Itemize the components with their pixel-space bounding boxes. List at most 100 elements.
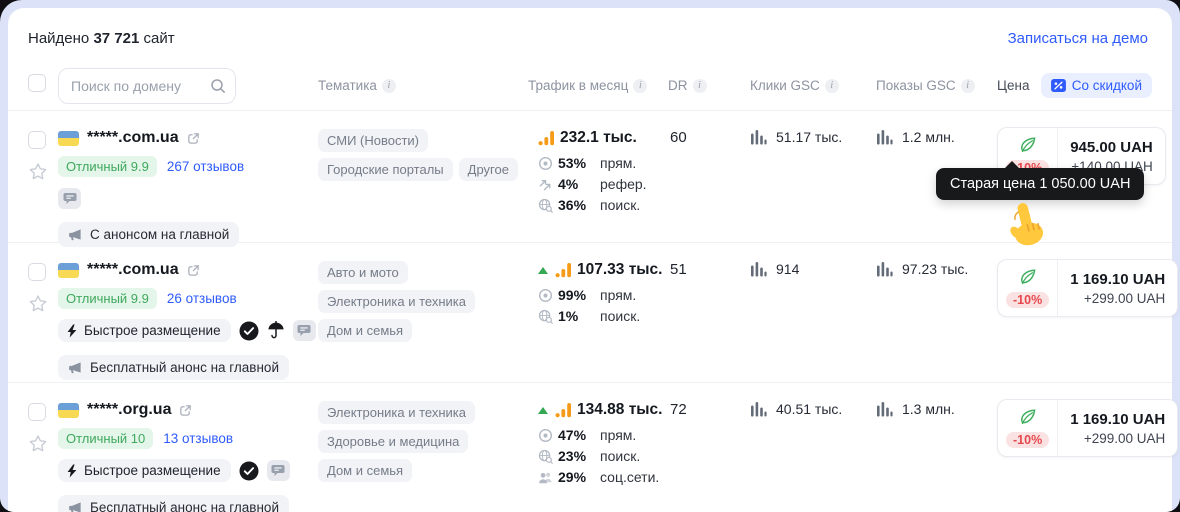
info-icon[interactable]: i (693, 79, 707, 93)
feature-tag-label: Бесплатный анонс на главной (90, 500, 279, 512)
info-icon[interactable]: i (382, 79, 396, 93)
results-card: Найдено 37 721 сайт Записаться на демо Т… (8, 8, 1172, 512)
social-source-icon (538, 470, 558, 485)
topbar: Найдено 37 721 сайт Записаться на демо (8, 8, 1172, 61)
bar-chart-icon (750, 401, 767, 417)
chat-badge-icon (267, 460, 290, 481)
domain-link[interactable]: *****.com.ua (87, 129, 179, 147)
lightning-icon (66, 324, 78, 338)
dr-value: 51 (668, 243, 750, 278)
discount-toggle[interactable]: Со скидкой (1041, 73, 1152, 98)
direct-source-icon (538, 288, 558, 303)
direct-source-icon (538, 156, 558, 171)
gsc-clicks-cell: 914 (750, 243, 876, 277)
select-all-checkbox[interactable] (28, 74, 46, 92)
rating-badge: Отличный 10 (58, 428, 153, 449)
external-link-icon[interactable] (187, 264, 200, 277)
domain-line: *****.com.ua (58, 129, 318, 147)
direct-source-icon (538, 428, 558, 443)
row-checkbox[interactable] (28, 403, 46, 421)
feature-tag-label: С анонсом на главной (90, 227, 229, 242)
source-label: поиск. (600, 308, 668, 324)
search-icon (210, 78, 226, 99)
external-link-icon[interactable] (179, 404, 192, 417)
table-row: *****.com.ua Отличный 9.9 26 отзывов Быс… (8, 243, 1172, 383)
price-card[interactable]: -10% 1 169.10 UAH +299.00 UAH (997, 259, 1178, 317)
results-count-number: 37 721 (93, 30, 139, 47)
favorite-star-icon[interactable] (28, 294, 48, 314)
bar-chart-icon (876, 129, 893, 145)
megaphone-icon (68, 228, 83, 242)
reviews-link[interactable]: 267 отзывов (167, 159, 244, 174)
chat-badge-icon (293, 320, 316, 341)
rating-badge: Отличный 9.9 (58, 288, 157, 309)
favorite-star-icon[interactable] (28, 434, 48, 454)
source-percent: 47% (558, 427, 600, 443)
fast-placement-badge: Быстрое размещение (58, 319, 231, 342)
traffic-sources: 47%прям.23%поиск.29%соц.сети. (538, 427, 668, 485)
row-checkbox[interactable] (28, 131, 46, 149)
source-label: прям. (600, 155, 668, 171)
gsc-clicks-value: 51.17 тыс. (776, 129, 842, 145)
source-percent: 36% (558, 197, 600, 213)
source-label: поиск. (600, 448, 668, 464)
traffic-source-row: 1%поиск. (538, 308, 668, 324)
favorite-star-icon[interactable] (28, 162, 48, 182)
ukraine-flag-icon (58, 131, 79, 146)
column-header-dr: DRi (668, 78, 750, 93)
megaphone-icon (68, 501, 83, 512)
reviews-link[interactable]: 13 отзывов (163, 431, 233, 446)
traffic-bars-icon (555, 262, 572, 278)
topic-pill: Электроника и техника (318, 401, 475, 424)
demo-signup-link[interactable]: Записаться на демо (1008, 30, 1148, 47)
source-percent: 29% (558, 469, 600, 485)
row-checkbox[interactable] (28, 263, 46, 281)
gsc-clicks-cell: 51.17 тыс. (750, 111, 876, 145)
domain-link[interactable]: *****.org.ua (87, 401, 171, 419)
price-current: 1 169.10 UAH (1070, 271, 1165, 288)
traffic-bars-icon (538, 130, 555, 146)
source-label: прям. (600, 427, 668, 443)
rating-line: Отличный 9.9 26 отзывов (58, 288, 318, 309)
search-source-icon (538, 198, 558, 213)
leaf-icon (1018, 408, 1037, 427)
gsc-impressions-cell: 1.2 млн. (876, 111, 997, 145)
trend-up-icon (538, 267, 548, 274)
domain-line: *****.com.ua (58, 261, 318, 279)
traffic-cell: 107.33 тыс. 99%прям.1%поиск. (528, 243, 668, 324)
check-badge-icon (239, 321, 259, 341)
info-icon[interactable]: i (961, 79, 975, 93)
bar-chart-icon (750, 129, 767, 145)
gsc-clicks-value: 914 (776, 261, 799, 277)
leaf-icon (1018, 268, 1037, 287)
badge-line: Быстрое размещение (58, 319, 318, 342)
discount-badge: -10% (1006, 432, 1049, 448)
chat-badge-icon (58, 188, 81, 209)
column-header-topic: Тематикаi (318, 78, 528, 93)
check-badge-icon (239, 461, 259, 481)
column-header-impressions: Показы GSCi (876, 78, 997, 93)
table-row: *****.org.ua Отличный 10 13 отзывов Быст… (8, 383, 1172, 512)
domain-link[interactable]: *****.com.ua (87, 261, 179, 279)
source-percent: 53% (558, 155, 600, 171)
topic-pill: СМИ (Новости) (318, 129, 428, 152)
info-icon[interactable]: i (633, 79, 647, 93)
source-label: поиск. (600, 197, 668, 213)
topic-pill: Электроника и техника (318, 290, 475, 313)
column-header-clicks: Клики GSCi (750, 78, 876, 93)
traffic-source-row: 23%поиск. (538, 448, 668, 464)
topic-pill: Городские порталы (318, 158, 453, 181)
gsc-impressions-cell: 1.3 млн. (876, 383, 997, 417)
price-current: 1 169.10 UAH (1070, 411, 1165, 428)
reviews-link[interactable]: 26 отзывов (167, 291, 237, 306)
external-link-icon[interactable] (187, 132, 200, 145)
column-header-traffic: Трафик в месяцi (528, 78, 668, 93)
traffic-value: 232.1 тыс. (560, 129, 637, 147)
info-icon[interactable]: i (825, 79, 839, 93)
price-extra: +299.00 UAH (1084, 431, 1165, 446)
rating-line: Отличный 10 13 отзывов (58, 428, 318, 449)
topic-pill: Дом и семья (318, 459, 412, 482)
topic-pill: Другое (459, 158, 518, 181)
price-card[interactable]: -10% 1 169.10 UAH +299.00 UAH (997, 399, 1178, 457)
gsc-clicks-value: 40.51 тыс. (776, 401, 842, 417)
